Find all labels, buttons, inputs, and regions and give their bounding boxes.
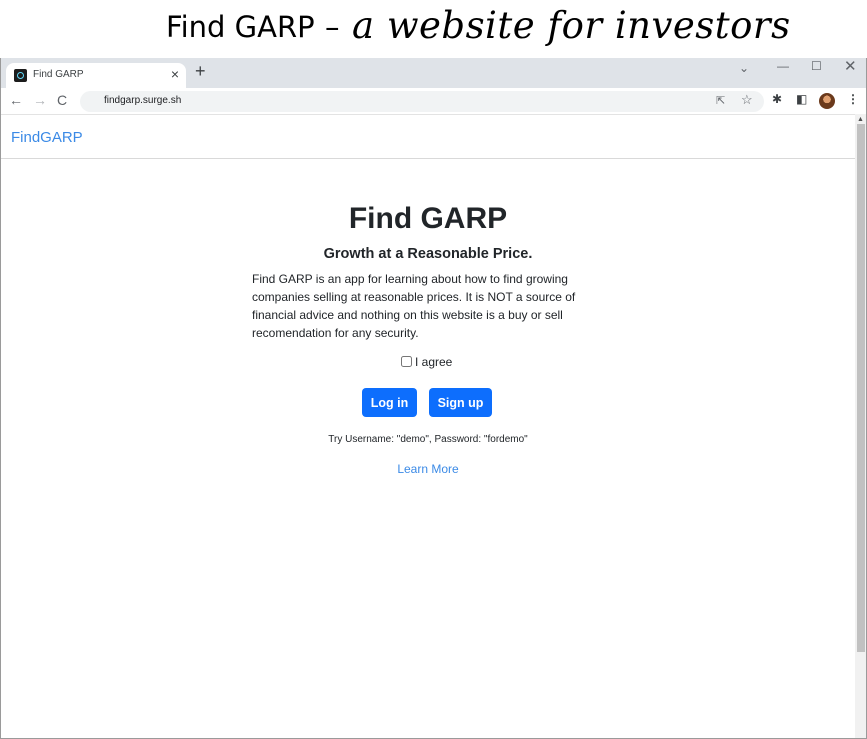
navbar-brand-link[interactable]: FindGARP <box>11 129 83 146</box>
site-navbar: FindGARP <box>1 115 855 159</box>
extensions-icon[interactable]: ✱ <box>772 92 782 106</box>
side-panel-icon[interactable]: ◧ <box>796 92 807 106</box>
tab-search-chevron-icon[interactable]: ⌄ <box>739 61 749 75</box>
page-title: Find GARP <box>348 202 508 235</box>
bookmark-star-icon[interactable]: ☆ <box>741 92 753 108</box>
signup-button[interactable]: Sign up <box>429 388 492 417</box>
learn-more-link[interactable]: Learn More <box>1 462 855 476</box>
react-favicon-icon <box>14 69 27 82</box>
agree-checkbox[interactable] <box>401 356 412 367</box>
reload-icon[interactable]: C <box>57 92 67 108</box>
login-button[interactable]: Log in <box>362 388 417 417</box>
new-tab-button[interactable]: + <box>195 61 206 82</box>
scroll-up-icon[interactable]: ▲ <box>857 116 864 123</box>
caption-title: Find GARP <box>166 10 315 44</box>
minimize-icon[interactable]: — <box>777 59 789 73</box>
profile-avatar[interactable] <box>819 93 835 109</box>
vertical-scrollbar[interactable]: ▲ <box>855 114 866 738</box>
agree-label: I agree <box>415 355 453 369</box>
menu-dots-icon[interactable]: ⋮ <box>847 92 859 106</box>
agree-checkbox-label[interactable]: I agree <box>401 355 452 369</box>
forward-arrow-icon[interactable]: → <box>33 92 47 108</box>
caption-tagline: a website for investors <box>352 4 791 47</box>
tab-strip: Find GARP × + ⌄ — ☐ ✕ <box>1 58 866 88</box>
url-text[interactable]: findgarp.surge.sh <box>104 95 181 106</box>
page-content: FindGARP Find GARP Growth at a Reasonabl… <box>1 114 855 738</box>
slide-caption: Find GARP – a website for investors <box>0 0 867 58</box>
address-bar[interactable]: findgarp.surge.sh ⇱ ☆ <box>80 91 764 112</box>
caption-dash: – <box>325 10 340 44</box>
browser-toolbar: ← → C findgarp.surge.sh ⇱ ☆ ✱ ◧ ⋮ <box>1 88 866 114</box>
tab-title: Find GARP <box>33 69 84 80</box>
window-close-icon[interactable]: ✕ <box>844 58 857 75</box>
demo-credentials-hint: Try Username: "demo", Password: "fordemo… <box>328 434 528 445</box>
back-arrow-icon[interactable]: ← <box>9 92 23 108</box>
page-subtitle: Growth at a Reasonable Price. <box>323 246 533 262</box>
browser-tab[interactable]: Find GARP × <box>6 63 186 88</box>
maximize-icon[interactable]: ☐ <box>811 59 822 73</box>
share-icon[interactable]: ⇱ <box>716 94 725 107</box>
tab-close-icon[interactable]: × <box>171 66 179 82</box>
scrollbar-thumb[interactable] <box>857 124 865 652</box>
disclaimer-text: Find GARP is an app for learning about h… <box>252 272 576 340</box>
browser-window: Find GARP × + ⌄ — ☐ ✕ ← → C findgarp.sur… <box>0 58 867 739</box>
